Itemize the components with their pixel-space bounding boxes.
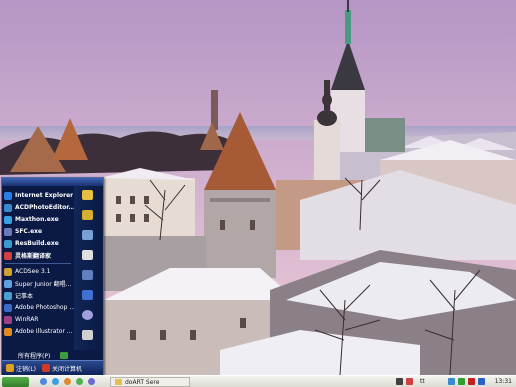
lingoes-icon	[4, 251, 12, 260]
menu-item-super-junior[interactable]: Super Junior 翻唱...	[4, 278, 74, 289]
resbuild-icon	[4, 239, 12, 248]
quick-launch-app-icon[interactable]	[76, 378, 83, 385]
internet-explorer-icon	[4, 191, 12, 200]
taskbar: doART Sere tt 13:31	[0, 375, 516, 387]
sfc-icon	[4, 227, 12, 236]
tray-volume-icon[interactable]	[448, 378, 455, 385]
menu-item-label: WinRAR	[15, 316, 39, 323]
menu-item-acdphotoeditor[interactable]: ACDPhotoEditor...	[4, 202, 74, 213]
quick-launch-media-icon[interactable]	[64, 378, 71, 385]
menu-item-label: ResBuild.exe	[15, 240, 59, 247]
tray-app-icon[interactable]	[406, 378, 413, 385]
all-programs-label: 所有程序(P)	[18, 352, 51, 360]
shutdown-label: 关闭计算机	[52, 365, 83, 373]
media-file-icon	[4, 279, 12, 288]
system-places-column	[74, 186, 103, 350]
run-icon[interactable]	[82, 330, 93, 340]
tray-security-icon[interactable]	[458, 378, 465, 385]
printer-icon[interactable]	[82, 270, 93, 280]
menu-item-acdsee[interactable]: ACDSee 3.1	[4, 266, 74, 277]
start-menu: Internet Explorer ACDPhotoEditor... Maxt…	[1, 177, 104, 375]
my-documents-icon[interactable]	[82, 190, 93, 200]
logoff-button[interactable]: 注销(L)	[6, 364, 36, 373]
photoshop-icon	[4, 303, 12, 312]
folder-icon	[115, 379, 122, 385]
taskbar-window-label: doART Sere	[125, 378, 160, 386]
menu-item-label: ACDPhotoEditor...	[15, 204, 74, 211]
quick-launch-browser-icon[interactable]	[40, 378, 47, 385]
menu-item-label: ACDSee 3.1	[15, 268, 51, 275]
pinned-programs-list: Internet Explorer ACDPhotoEditor... Maxt…	[2, 186, 74, 350]
maxthon-icon	[4, 215, 12, 224]
power-icon	[42, 364, 51, 372]
menu-item-resbuild[interactable]: ResBuild.exe	[4, 238, 74, 249]
notepad-icon	[4, 291, 12, 300]
menu-item-label: Maxthon.exe	[15, 216, 59, 223]
menu-item-photoshop[interactable]: Adobe Photoshop ...	[4, 302, 74, 313]
tray-text: tt	[420, 378, 425, 385]
quick-launch-desktop-icon[interactable]	[88, 378, 95, 385]
menu-item-sfc[interactable]: SFC.exe	[4, 226, 74, 237]
tray-im-icon[interactable]	[478, 378, 485, 385]
menu-item-illustrator[interactable]: Adobe Illustrator ...	[4, 326, 74, 337]
my-computer-icon[interactable]	[82, 230, 93, 240]
menu-item-winrar[interactable]: WinRAR	[4, 314, 74, 325]
control-panel-icon[interactable]	[82, 250, 93, 260]
menu-item-lingoes[interactable]: 灵格斯翻译家	[4, 250, 74, 261]
arrow-right-icon	[60, 351, 69, 359]
acdsee-editor-icon	[4, 203, 12, 212]
start-button[interactable]	[2, 377, 29, 387]
illustrator-icon	[4, 327, 12, 336]
help-icon[interactable]	[82, 290, 93, 300]
tray-k-icon[interactable]	[468, 378, 475, 385]
menu-item-label: Super Junior 翻唱...	[15, 281, 72, 288]
clock[interactable]: 13:31	[495, 377, 512, 387]
menu-item-label: Adobe Illustrator ...	[15, 328, 73, 335]
menu-item-maxthon[interactable]: Maxthon.exe	[4, 214, 74, 225]
taskbar-window-button[interactable]: doART Sere	[110, 377, 190, 387]
my-pictures-icon[interactable]	[82, 210, 93, 220]
start-menu-header	[2, 178, 103, 186]
key-icon	[6, 364, 14, 372]
menu-item-label: Adobe Photoshop ...	[15, 304, 74, 311]
tray-network-icon[interactable]	[396, 378, 403, 385]
menu-item-notepad[interactable]: 记事本	[4, 290, 74, 301]
menu-item-label: Internet Explorer	[15, 192, 74, 199]
search-icon[interactable]	[82, 310, 93, 320]
acdsee-icon	[4, 267, 12, 276]
start-menu-footer: 注销(L) 关闭计算机	[2, 360, 103, 375]
all-programs-button[interactable]: 所有程序(P)	[2, 350, 103, 360]
quick-launch-ie-icon[interactable]	[52, 378, 59, 385]
menu-item-internet-explorer[interactable]: Internet Explorer	[4, 190, 74, 201]
menu-item-label: 记事本	[15, 293, 34, 300]
menu-item-label: SFC.exe	[15, 228, 43, 235]
menu-separator	[5, 263, 71, 264]
logoff-label: 注销(L)	[16, 365, 37, 373]
menu-item-label: 灵格斯翻译家	[15, 253, 52, 260]
winrar-icon	[4, 315, 12, 324]
shutdown-button[interactable]: 关闭计算机	[42, 364, 82, 373]
